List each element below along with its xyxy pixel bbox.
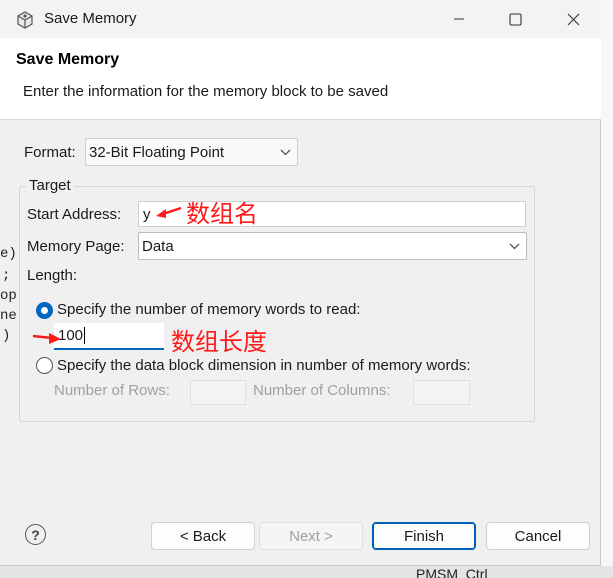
start-address-label: Start Address: <box>27 206 122 223</box>
rows-label: Number of Rows: <box>54 382 170 399</box>
background-text-fragment: ; <box>2 268 11 284</box>
window-title: Save Memory <box>44 10 137 27</box>
help-button[interactable]: ? <box>25 524 46 545</box>
gear-cube-icon <box>17 11 33 29</box>
background-text-fragment: op <box>0 288 17 304</box>
background-editor-bottom <box>0 566 613 578</box>
words-count-input[interactable]: 100 <box>54 323 164 350</box>
words-radio-button[interactable] <box>36 302 53 319</box>
dimension-option-label[interactable]: Specify the data block dimension in numb… <box>57 357 471 374</box>
format-label: Format: <box>24 144 76 161</box>
format-selected-value: 32-Bit Floating Point <box>89 143 225 161</box>
annotation-array-length: 数组长度 <box>171 328 267 356</box>
finish-button[interactable]: Finish <box>372 522 476 550</box>
words-option-label[interactable]: Specify the number of memory words to re… <box>57 301 360 318</box>
maximize-icon <box>508 12 522 26</box>
format-dropdown[interactable]: 32-Bit Floating Point <box>85 138 298 166</box>
background-text-fragment: ) <box>2 328 11 344</box>
back-button[interactable]: < Back <box>151 522 255 550</box>
page-title: Save Memory <box>16 51 120 68</box>
annotation-arrow-icon <box>32 333 61 344</box>
background-text-fragment: PMSM_Ctrl <box>416 566 488 578</box>
annotation-arrow-icon <box>156 206 182 218</box>
dimension-radio-button[interactable] <box>36 357 53 374</box>
columns-input <box>413 380 470 405</box>
page-description: Enter the information for the memory blo… <box>23 83 389 100</box>
help-icon: ? <box>31 526 40 543</box>
wizard-banner: Save Memory Enter the information for th… <box>0 38 601 120</box>
memory-page-selected-value: Data <box>142 237 174 255</box>
next-button[interactable]: Next > <box>259 522 363 550</box>
rows-input <box>190 380 246 405</box>
text-caret <box>84 327 86 344</box>
annotation-array-name: 数组名 <box>186 200 258 228</box>
memory-page-dropdown[interactable]: Data <box>138 232 527 260</box>
cancel-button[interactable]: Cancel <box>486 522 590 550</box>
close-button[interactable] <box>550 0 596 38</box>
start-address-value: y <box>143 205 151 223</box>
length-label: Length: <box>27 267 78 284</box>
chevron-down-icon <box>509 243 520 250</box>
maximize-button[interactable] <box>492 0 538 38</box>
background-editor-right <box>601 0 613 578</box>
close-icon <box>567 13 579 25</box>
background-text-fragment: e) <box>0 246 17 262</box>
minimize-button[interactable] <box>436 0 482 38</box>
background-text-fragment: ne <box>0 308 17 324</box>
target-group-legend: Target <box>26 177 74 194</box>
chevron-down-icon <box>280 149 291 156</box>
save-memory-dialog: Save Memory Save Memory Enter the inform… <box>0 0 601 566</box>
minimize-icon <box>454 18 464 20</box>
title-bar[interactable]: Save Memory <box>0 0 601 38</box>
memory-page-label: Memory Page: <box>27 238 125 255</box>
columns-label: Number of Columns: <box>253 382 391 399</box>
